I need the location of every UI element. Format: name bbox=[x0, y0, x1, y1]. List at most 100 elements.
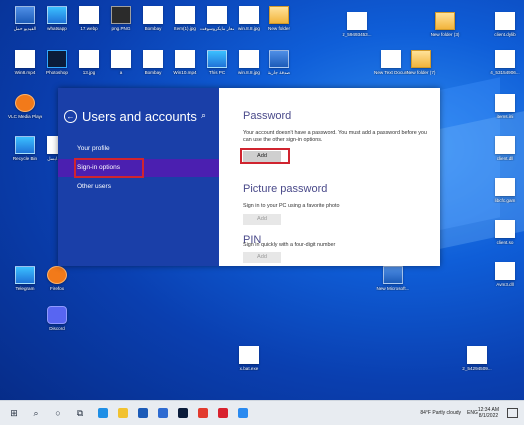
desktop-icon[interactable]: صدقة جارية bbox=[262, 50, 296, 90]
folder-icon bbox=[435, 12, 455, 30]
desktop-icon-label: New folder bbox=[268, 26, 290, 31]
picture-password-description: Sign in to your PC using a favorite phot… bbox=[243, 203, 340, 209]
media-icon[interactable] bbox=[238, 408, 248, 418]
desktop-icon[interactable]: win.8.8.jpg bbox=[232, 6, 266, 46]
pin-add-button[interactable]: Add bbox=[243, 252, 281, 263]
nav-item-other-users[interactable]: Other users bbox=[58, 178, 219, 196]
language-indicator[interactable]: ENG bbox=[467, 410, 478, 416]
file-icon bbox=[175, 6, 195, 24]
desktop-icon[interactable]: libcfc.gam bbox=[488, 178, 522, 218]
mail-icon[interactable] bbox=[158, 408, 168, 418]
orange-icon bbox=[15, 94, 35, 112]
opera-icon[interactable] bbox=[218, 408, 228, 418]
desktop-icon[interactable]: Bombay bbox=[136, 50, 170, 90]
desktop-icon[interactable]: New folder bbox=[262, 6, 296, 46]
desktop-icon[interactable]: z_59493453... bbox=[340, 12, 374, 52]
desktop-icon[interactable]: New folder (3) bbox=[428, 12, 462, 52]
desktop-icon[interactable]: win.8.8.jpg bbox=[232, 50, 266, 90]
settings-content: Password Your account doesn't have a pas… bbox=[219, 88, 440, 266]
clock-date: 8/1/2022 bbox=[478, 413, 499, 419]
word-icon bbox=[269, 50, 289, 68]
desktop-icon-label: client.dylib bbox=[494, 32, 516, 37]
file-icon bbox=[495, 12, 515, 30]
desktop-icon-label: Item(1).jpg bbox=[174, 26, 196, 31]
app-icon bbox=[207, 50, 227, 68]
desktop-icon[interactable]: client.dll bbox=[488, 136, 522, 176]
desktop-icon[interactable]: x.bat.exe bbox=[232, 346, 266, 386]
desktop-icon[interactable]: 13.jpg bbox=[72, 50, 106, 90]
desktop-icon[interactable]: Win8.mp4 bbox=[8, 50, 42, 90]
desktop-icon[interactable]: New Text Document... bbox=[374, 50, 408, 90]
desktop-icon[interactable]: items.ini bbox=[488, 94, 522, 134]
desktop-icon-label: Telegram bbox=[15, 286, 35, 291]
desktop-icon[interactable]: a bbox=[104, 50, 138, 90]
discord-icon bbox=[47, 306, 67, 324]
desktop-icon[interactable]: New Microsoft... bbox=[376, 266, 410, 306]
desktop-icon-label: x.bat.exe bbox=[239, 366, 259, 371]
desktop-icon-label: z_59493453... bbox=[342, 32, 372, 37]
desktop-icon[interactable]: Recycle Bin bbox=[8, 136, 42, 176]
search-icon[interactable]: ⌕ bbox=[28, 405, 44, 421]
desktop-icon[interactable]: Bombay bbox=[136, 6, 170, 46]
desktop-icon[interactable]: Avm3.dll bbox=[488, 262, 522, 302]
file-icon bbox=[207, 6, 227, 24]
photoshop-icon[interactable] bbox=[178, 408, 188, 418]
task-view-icon[interactable]: ⧉ bbox=[72, 405, 88, 421]
desktop-icon[interactable]: Discord bbox=[40, 306, 74, 346]
desktop-icon-label: Avm3.dll bbox=[496, 282, 514, 287]
desktop-icon[interactable]: 4_53154906... bbox=[488, 50, 522, 90]
back-button[interactable]: ← bbox=[64, 109, 77, 123]
file-icon bbox=[495, 220, 515, 238]
desktop-icon[interactable]: Item(1).jpg bbox=[168, 6, 202, 46]
desktop-icon[interactable]: Photoshop bbox=[40, 50, 74, 90]
desktop-icon-label: Discord bbox=[49, 326, 65, 331]
desktop-icon[interactable]: Win10.mp4 bbox=[168, 50, 202, 90]
notification-icon[interactable] bbox=[507, 408, 518, 418]
nav-header: ← Users and accounts bbox=[64, 106, 197, 126]
desktop-icon-label: win.8.8.jpg bbox=[238, 70, 260, 75]
desktop-icon-label: New Text Document... bbox=[374, 70, 408, 75]
edge-icon[interactable] bbox=[98, 408, 108, 418]
nav-item-your-profile[interactable]: Your profile bbox=[58, 140, 219, 158]
taskbar: ⊞ ⌕ ○ ⧉ 84°F Partly cloudy ENG 12:34 AM … bbox=[0, 400, 524, 425]
desktop-icon[interactable]: شعار مايكروسوفت bbox=[200, 6, 234, 46]
desktop-icon[interactable]: VLC Media Player bbox=[8, 94, 42, 134]
desktop-icon[interactable]: client.so bbox=[488, 220, 522, 260]
weather-widget[interactable]: 84°F Partly cloudy bbox=[420, 410, 461, 416]
desktop-icon-label: client.dll bbox=[496, 156, 514, 161]
cortana-icon[interactable]: ○ bbox=[50, 405, 66, 421]
system-tray: 84°F Partly cloudy ENG 12:34 AM 8/1/2022 bbox=[414, 401, 518, 425]
desktop-icon-label: Bombay bbox=[144, 70, 162, 75]
chrome-icon[interactable] bbox=[198, 408, 208, 418]
picture-password-add-button[interactable]: Add bbox=[243, 214, 281, 225]
desktop-icon[interactable]: 17.webp bbox=[72, 6, 106, 46]
desktop-icon-label: libcfc.gam bbox=[494, 198, 516, 203]
desktop-icon[interactable]: png.PNG bbox=[104, 6, 138, 46]
desktop-icon[interactable]: New folder (7) bbox=[404, 50, 438, 90]
desktop-icon-label: Win10.mp4 bbox=[173, 70, 197, 75]
desktop-icon[interactable]: 2_54294509... bbox=[460, 346, 494, 386]
app-icon bbox=[15, 136, 35, 154]
desktop-icon[interactable]: This PC bbox=[200, 50, 234, 90]
file-icon bbox=[143, 50, 163, 68]
file-icon bbox=[175, 50, 195, 68]
desktop-icon-label: الفيديو حمل bbox=[13, 26, 37, 31]
desktop-icon[interactable]: Telegram bbox=[8, 266, 42, 306]
desktop-icon[interactable]: الفيديو حمل bbox=[8, 6, 42, 46]
desktop-icon[interactable]: whatsapp bbox=[40, 6, 74, 46]
file-icon bbox=[239, 346, 259, 364]
file-icon bbox=[239, 6, 259, 24]
desktop-icon-label: Win8.mp4 bbox=[14, 70, 36, 75]
pin-description: Sign in quickly with a four-digit number bbox=[243, 242, 336, 248]
word-icon bbox=[383, 266, 403, 284]
desktop-icon[interactable]: Firefox bbox=[40, 266, 74, 306]
desktop-icon-label: 17.webp bbox=[80, 26, 98, 31]
file-explorer-icon[interactable] bbox=[118, 408, 128, 418]
store-icon[interactable] bbox=[138, 408, 148, 418]
clock[interactable]: 12:34 AM 8/1/2022 bbox=[478, 407, 499, 419]
desktop-icon[interactable]: client.dylib bbox=[488, 12, 522, 52]
search-icon[interactable]: ⌕ bbox=[201, 110, 206, 121]
desktop-icon-label: New folder (3) bbox=[430, 32, 460, 37]
start-icon[interactable]: ⊞ bbox=[6, 405, 22, 421]
desktop-icon-label: صدقة جارية bbox=[267, 70, 291, 75]
